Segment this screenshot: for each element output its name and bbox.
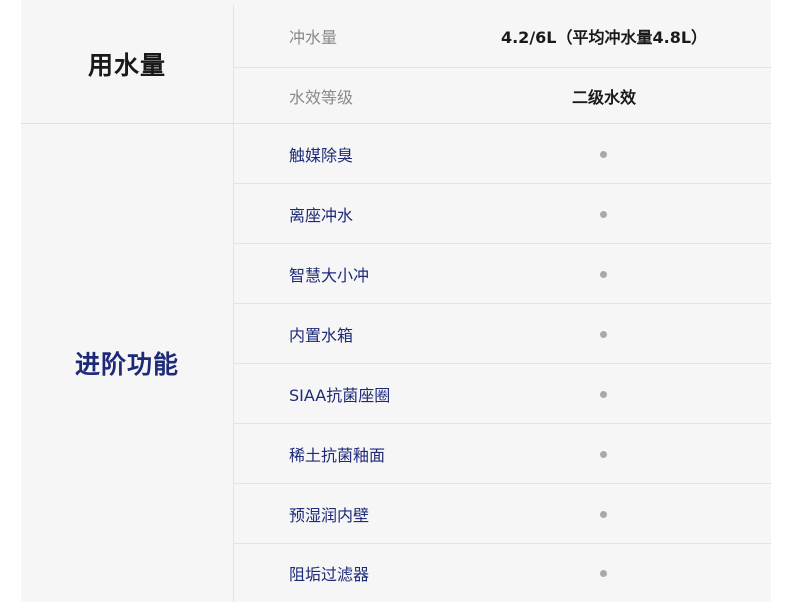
feature-row: SIAA抗菌座圈 — [234, 364, 771, 424]
feature-row: 阻垢过滤器 — [234, 544, 771, 602]
spec-row-label: 冲水量 — [289, 28, 338, 47]
spec-row-value: 二级水效 — [571, 87, 636, 107]
supported-dot-icon — [600, 330, 607, 338]
feature-name: 触媒除臭 — [289, 145, 354, 165]
feature-row: 预湿润内壁 — [234, 484, 771, 544]
feature-name: 内置水箱 — [289, 325, 354, 345]
feature-row: 智慧大小冲 — [234, 244, 771, 304]
feature-name: 阻垢过滤器 — [289, 565, 370, 584]
supported-dot-icon — [600, 450, 607, 458]
supported-dot-icon — [600, 270, 607, 278]
supported-dot-icon — [600, 390, 607, 398]
supported-dot-icon — [600, 150, 607, 158]
feature-row: 触媒除臭 — [234, 124, 771, 184]
feature-name: SIAA抗菌座圈 — [289, 385, 391, 405]
spec-row-label: 水效等级 — [289, 87, 354, 107]
advanced-features-section: 进阶功能 触媒除臭 离座冲水 智慧大小冲 内置水箱 SIAA抗菌座圈 稀土抗菌釉… — [21, 124, 771, 602]
feature-name: 预湿润内壁 — [289, 505, 370, 525]
feature-row: 离座冲水 — [234, 184, 771, 244]
water-usage-section: 用水量 冲水量 4.2/6L（平均冲水量4.8L） 水效等级 二级水效 — [21, 5, 771, 123]
spec-row-water-efficiency: 水效等级 二级水效 — [234, 68, 771, 123]
spec-table: 用水量 冲水量 4.2/6L（平均冲水量4.8L） 水效等级 二级水效 进阶功能… — [21, 0, 771, 602]
water-usage-title: 用水量 — [87, 51, 166, 80]
feature-name: 离座冲水 — [289, 205, 354, 225]
supported-dot-icon — [600, 570, 607, 577]
supported-dot-icon — [600, 210, 607, 218]
feature-name: 智慧大小冲 — [289, 265, 370, 285]
advanced-features-title: 进阶功能 — [74, 350, 179, 379]
spec-row-value: 4.2/6L（平均冲水量4.8L） — [500, 28, 708, 47]
feature-row: 稀土抗菌釉面 — [234, 424, 771, 484]
supported-dot-icon — [600, 510, 607, 518]
feature-name: 稀土抗菌釉面 — [289, 445, 386, 465]
feature-row: 内置水箱 — [234, 304, 771, 364]
spec-row-flush-volume: 冲水量 4.2/6L（平均冲水量4.8L） — [234, 5, 771, 68]
